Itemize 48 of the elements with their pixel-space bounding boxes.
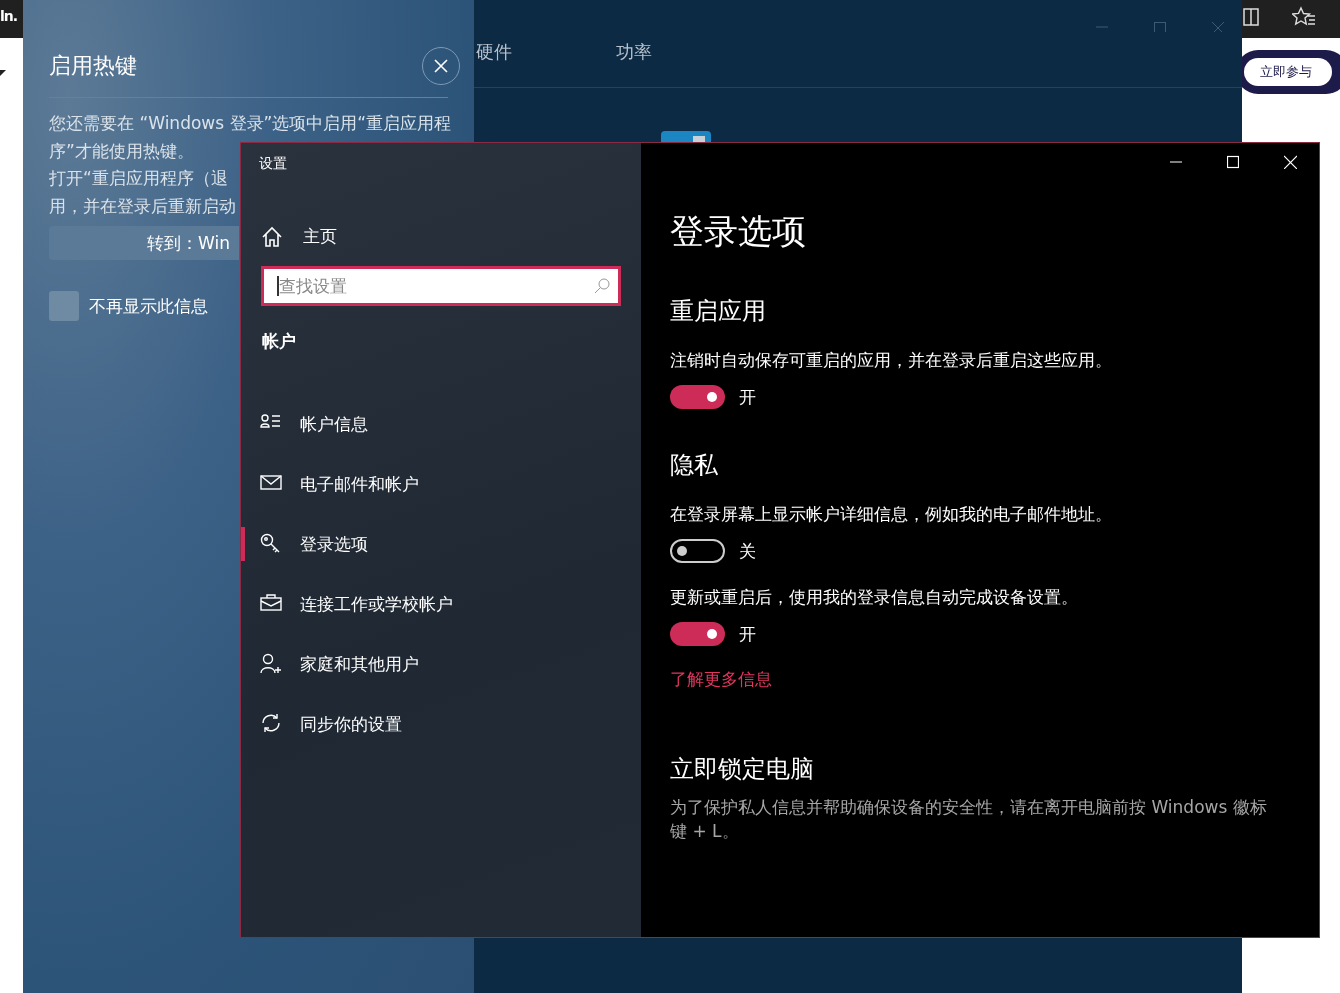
checkbox-label: 不再显示此信息 (89, 294, 208, 318)
caret-icon (0, 70, 6, 76)
maximize-icon[interactable] (1227, 155, 1239, 169)
setting-description: 更新或重启后，使用我的登录信息自动完成设备设置。 (670, 586, 1079, 609)
home-icon (261, 225, 283, 248)
person-add-icon (260, 653, 282, 675)
sync-icon (260, 713, 282, 735)
toggle-switch[interactable] (670, 539, 725, 563)
section-heading: 隐私 (670, 450, 719, 481)
nav-item[interactable]: 家庭和其他用户 (241, 634, 641, 694)
close-icon (434, 58, 448, 73)
hint-text: 打开“重启应用程序（退 (49, 167, 228, 190)
setting-description: 注销时自动保存可重启的应用，并在登录后重启这些应用。 (670, 349, 1113, 372)
toggle-state-label: 开 (739, 622, 756, 646)
toggle-switch[interactable] (661, 131, 711, 142)
favorites-icon[interactable] (1292, 6, 1316, 28)
go-to-button[interactable]: 转到：Win (49, 226, 239, 260)
split-screen-icon[interactable] (1242, 6, 1262, 28)
nav-item[interactable]: 同步你的设置 (241, 694, 641, 754)
nav-item[interactable]: 连接工作或学校帐户 (241, 574, 641, 634)
toggle-switch[interactable] (670, 622, 725, 646)
section-heading: 重启应用 (670, 296, 767, 327)
learn-more-link[interactable]: 了解更多信息 (670, 668, 772, 691)
page-title: 登录选项 (670, 210, 807, 253)
search-input[interactable]: 查找设置 (277, 276, 594, 296)
flyout-title: 启用热键 (49, 51, 137, 80)
hint-text: 序”才能使用热键。 (49, 139, 194, 163)
tab[interactable]: 功率 (614, 40, 654, 64)
nav-item[interactable]: 电子邮件和帐户 (241, 454, 641, 514)
hint-text: 用，并在登录后重新启动 (49, 194, 236, 218)
tab[interactable]: 硬件 (474, 40, 514, 64)
setting-note: 为了保护私人信息并帮助确保设备的安全性，请在离开电脑前按 Windows 徽标键 + L。 (670, 796, 1268, 843)
home-nav-item[interactable]: 主页 (261, 225, 641, 248)
hint-text: 您还需要在 “Windows 登录”选项中启用“重启应用程 (49, 112, 452, 135)
section-label: 帐户 (262, 330, 297, 353)
toggle-switch[interactable] (670, 385, 725, 409)
search-field[interactable]: 查找设置 (261, 266, 621, 306)
close-icon[interactable] (1284, 155, 1297, 169)
toggle-state-label: 开 (739, 385, 756, 409)
window-title: 设置 (259, 155, 288, 173)
section-heading: 立即锁定电脑 (670, 754, 815, 785)
join-button[interactable]: 立即参与 (1244, 58, 1332, 86)
checkbox[interactable] (49, 291, 79, 321)
setting-description: 在登录屏幕上显示帐户详细信息，例如我的电子邮件地址。 (670, 503, 1113, 526)
toggle-state-label: 关 (739, 539, 756, 563)
search-icon (594, 278, 610, 294)
key-icon (260, 533, 282, 555)
nav-item[interactable]: 帐户信息 (241, 394, 641, 454)
